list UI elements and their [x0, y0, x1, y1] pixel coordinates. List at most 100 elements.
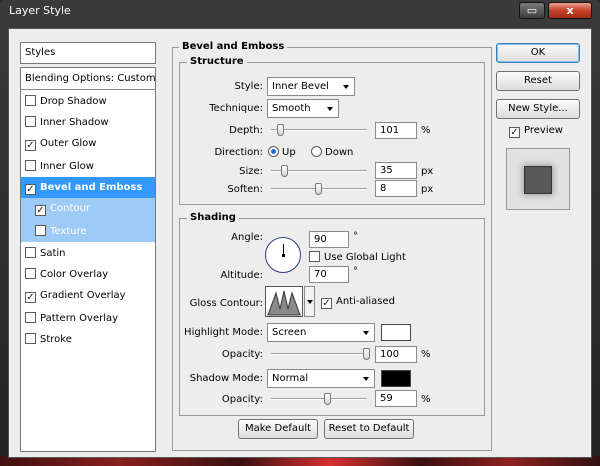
highlight-opacity-unit: % [421, 349, 431, 360]
checkbox-box[interactable] [25, 268, 36, 280]
size-unit: px [421, 166, 434, 177]
use-global-light-label: Use Global Light [324, 252, 406, 263]
direction-up-radio[interactable]: Up [268, 146, 296, 158]
checkbox-box[interactable]: ✓ [25, 140, 36, 152]
gloss-contour-picker[interactable] [265, 286, 303, 317]
altitude-label: Altitude: [220, 270, 263, 281]
soften-unit: px [421, 184, 434, 195]
style-item-pattern-overlay[interactable]: Pattern Overlay [21, 307, 155, 329]
depth-slider-thumb[interactable] [276, 124, 284, 136]
angle-dial[interactable] [265, 237, 301, 273]
style-item-inner-shadow[interactable]: Inner Shadow [21, 111, 155, 133]
preview-thumbnail [524, 166, 552, 194]
depth-slider-track[interactable] [271, 129, 367, 131]
size-slider-thumb[interactable] [281, 165, 289, 177]
highlight-mode-dropdown[interactable]: Screen [267, 323, 375, 342]
shadow-mode-value: Normal [272, 373, 309, 384]
highlight-opacity-input[interactable]: 100 [375, 346, 417, 363]
highlight-opacity-thumb[interactable] [363, 348, 370, 360]
technique-label: Technique: [209, 103, 263, 114]
highlight-opacity-track[interactable] [271, 353, 367, 355]
styles-header[interactable]: Styles [20, 42, 156, 64]
close-button[interactable]: x [548, 2, 592, 19]
checkbox-box[interactable] [35, 224, 46, 236]
style-item-label: Pattern Overlay [40, 312, 119, 324]
soften-input[interactable]: 8 [375, 180, 417, 197]
bevel-group-title: Bevel and Emboss [179, 41, 288, 52]
reset-to-default-button[interactable]: Reset to Default [324, 419, 414, 439]
ok-button[interactable]: OK [496, 43, 580, 63]
highlight-mode-label: Highlight Mode: [184, 327, 263, 338]
checkbox-box[interactable] [25, 159, 36, 171]
style-item-label: Gradient Overlay [40, 290, 126, 301]
restore-button[interactable]: ▭ [519, 2, 545, 19]
shadow-mode-label: Shadow Mode: [189, 373, 263, 384]
preview-label: Preview [524, 125, 563, 136]
anti-aliased-label: Anti-aliased [336, 296, 396, 307]
checkbox-box[interactable]: ✓ [35, 205, 46, 217]
angle-center-dot [282, 254, 285, 257]
style-item-label: Outer Glow [40, 138, 97, 150]
checkbox-box[interactable]: ✓ [25, 292, 36, 303]
chevron-down-icon [363, 377, 369, 381]
shading-title: Shading [187, 212, 239, 223]
style-item-stroke[interactable]: Stroke [21, 328, 155, 350]
style-item-bevel-and-emboss[interactable]: ✓ Bevel and Emboss [21, 176, 155, 199]
style-item-outer-glow[interactable]: ✓ Outer Glow [21, 133, 155, 155]
shadow-opacity-label: Opacity: [221, 394, 263, 405]
reset-button[interactable]: Reset [496, 71, 580, 91]
technique-dropdown[interactable]: Smooth [267, 99, 339, 118]
checkbox-box[interactable] [25, 333, 36, 345]
use-global-light-checkbox[interactable]: Use Global Light [309, 251, 406, 263]
dialog-body: Styles Blending Options: Custom Drop Shad… [8, 28, 592, 458]
direction-down-label: Down [325, 147, 354, 158]
style-item-drop-shadow[interactable]: Drop Shadow [21, 90, 155, 112]
shadow-opacity-thumb[interactable] [323, 393, 331, 405]
chevron-down-icon [343, 85, 349, 89]
title-bar[interactable]: Layer Style ▭ x [0, 0, 600, 24]
preview-checkbox[interactable]: ✓ Preview [509, 125, 563, 138]
size-label: Size: [239, 166, 263, 177]
soften-slider-thumb[interactable] [315, 183, 322, 195]
shadow-color-swatch[interactable] [381, 370, 411, 387]
style-dropdown[interactable]: Inner Bevel [267, 77, 355, 96]
highlight-opacity-label: Opacity: [221, 349, 263, 360]
checkbox-box[interactable] [25, 246, 36, 258]
depth-input[interactable]: 101 [375, 122, 417, 139]
gloss-contour-dropdown[interactable] [304, 286, 315, 317]
checkbox-box: ✓ [509, 127, 520, 138]
new-style-button[interactable]: New Style... [496, 99, 580, 119]
style-item-color-overlay[interactable]: Color Overlay [21, 263, 155, 285]
style-item-satin[interactable]: Satin [21, 242, 155, 264]
angle-input[interactable]: 90 [309, 231, 349, 248]
altitude-input[interactable]: 70 [309, 266, 349, 283]
soften-label: Soften: [227, 184, 263, 195]
style-preview [506, 148, 570, 210]
style-item-label: Contour [50, 203, 90, 215]
style-item-contour[interactable]: ✓ Contour [21, 198, 155, 221]
contour-curve-icon [267, 290, 301, 316]
direction-down-radio[interactable]: Down [311, 146, 353, 158]
anti-aliased-checkbox[interactable]: ✓ Anti-aliased [321, 296, 395, 309]
shadow-mode-dropdown[interactable]: Normal [267, 369, 375, 388]
style-item-gradient-overlay[interactable]: ✓ Gradient Overlay [21, 285, 155, 307]
radio-dot [311, 146, 322, 157]
size-input[interactable]: 35 [375, 162, 417, 179]
angle-label: Angle: [231, 232, 263, 243]
shadow-opacity-input[interactable]: 59 [375, 390, 417, 407]
make-default-button[interactable]: Make Default [238, 419, 318, 439]
dialog-title: Layer Style [9, 4, 71, 17]
depth-label: Depth: [229, 125, 263, 136]
checkbox-box[interactable] [25, 94, 36, 106]
checkbox-box[interactable]: ✓ [25, 183, 36, 195]
style-item-inner-glow[interactable]: Inner Glow [21, 155, 155, 177]
checkbox-box[interactable] [25, 311, 36, 323]
direction-label: Direction: [214, 147, 263, 158]
angle-unit: ° [353, 231, 358, 242]
style-item-blending-options-custom[interactable]: Blending Options: Custom [21, 68, 156, 90]
shadow-opacity-track[interactable] [271, 398, 367, 400]
checkbox-box[interactable] [25, 116, 36, 128]
style-item-texture[interactable]: Texture [21, 219, 155, 242]
highlight-color-swatch[interactable] [381, 324, 411, 341]
structure-title: Structure [187, 56, 247, 67]
